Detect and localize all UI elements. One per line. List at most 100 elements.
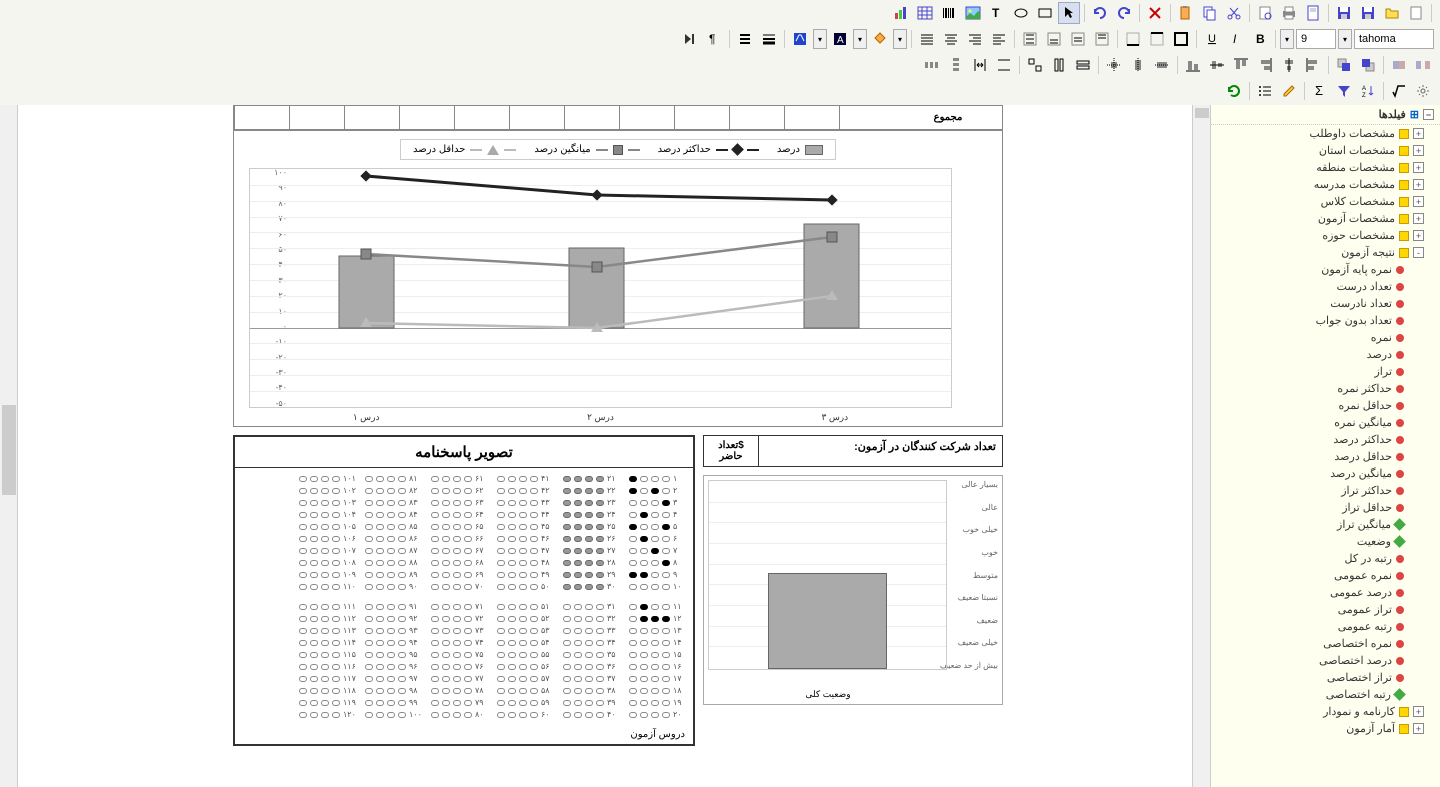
align-obj-center-icon[interactable]	[1278, 54, 1300, 76]
copy-icon[interactable]	[1199, 2, 1221, 24]
tree-item[interactable]: نمره	[1211, 329, 1440, 346]
align-obj-right-icon[interactable]	[1254, 54, 1276, 76]
font-color-icon[interactable]: A	[829, 28, 851, 50]
align-center-h-icon[interactable]	[940, 28, 962, 50]
tree-item[interactable]: وضعیت	[1211, 533, 1440, 550]
redo-icon[interactable]	[1113, 2, 1135, 24]
fill-color-icon[interactable]	[869, 28, 891, 50]
line-weight-icon[interactable]	[758, 28, 780, 50]
group-icon[interactable]	[1388, 54, 1410, 76]
sum-icon[interactable]: Σ	[1309, 80, 1331, 102]
align-obj-top-icon[interactable]	[1230, 54, 1252, 76]
border-top-icon[interactable]	[1146, 28, 1168, 50]
tree-item[interactable]: +مشخصات داوطلب	[1211, 125, 1440, 142]
scrollbar-left[interactable]	[0, 105, 18, 787]
tree-item[interactable]: نمره پایه آزمون	[1211, 261, 1440, 278]
tree-item[interactable]: +مشخصات کلاس	[1211, 193, 1440, 210]
valign-justify-icon[interactable]	[1019, 28, 1041, 50]
delete-icon[interactable]	[1144, 2, 1166, 24]
center-both-icon[interactable]	[1103, 54, 1125, 76]
font-dropdown[interactable]: ▾	[1338, 29, 1352, 49]
font-size-input[interactable]	[1296, 29, 1336, 49]
center-h-icon[interactable]	[1127, 54, 1149, 76]
tree-item[interactable]: میانگین تراز	[1211, 516, 1440, 533]
align-obj-left-icon[interactable]	[1302, 54, 1324, 76]
align-obj-bottom-icon[interactable]	[1182, 54, 1204, 76]
tree-item[interactable]: درصد	[1211, 346, 1440, 363]
distribute-h-icon[interactable]	[921, 54, 943, 76]
settings-icon[interactable]	[1412, 80, 1434, 102]
edit-icon[interactable]	[1278, 80, 1300, 102]
sqrt-icon[interactable]	[1388, 80, 1410, 102]
underline-icon[interactable]: U	[1201, 28, 1223, 50]
undo-icon[interactable]	[1089, 2, 1111, 24]
tree-item[interactable]: حداقل نمره	[1211, 397, 1440, 414]
tree-item[interactable]: رتبه اختصاصی	[1211, 686, 1440, 703]
tree-item[interactable]: تراز عمومی	[1211, 601, 1440, 618]
go-end-icon[interactable]	[679, 28, 701, 50]
fill-color-dropdown[interactable]: ▾	[893, 29, 907, 49]
open-icon[interactable]	[1381, 2, 1403, 24]
tree-item[interactable]: حداقل تراز	[1211, 499, 1440, 516]
border-bottom-icon[interactable]	[1122, 28, 1144, 50]
tree-item[interactable]: حداکثر تراز	[1211, 482, 1440, 499]
tree-item[interactable]: درصد عمومی	[1211, 584, 1440, 601]
italic-icon[interactable]: I	[1225, 28, 1247, 50]
tree-item[interactable]: -نتیجه آزمون	[1211, 244, 1440, 261]
tree-item[interactable]: +کارنامه و نمودار	[1211, 703, 1440, 720]
tree-item[interactable]: +مشخصات مدرسه	[1211, 176, 1440, 193]
font-name-input[interactable]	[1354, 29, 1434, 49]
tree-item[interactable]: +مشخصات استان	[1211, 142, 1440, 159]
size-width-icon[interactable]	[1072, 54, 1094, 76]
size-dropdown[interactable]: ▾	[1280, 29, 1294, 49]
print-preview-icon[interactable]	[1254, 2, 1276, 24]
design-canvas[interactable]: مجموع حداقل درصد میانگین درصد حداکثر درص…	[18, 105, 1192, 787]
valign-bottom-icon[interactable]	[1043, 28, 1065, 50]
valign-middle-icon[interactable]	[1067, 28, 1089, 50]
spacing-v-icon[interactable]	[993, 54, 1015, 76]
align-justify-icon[interactable]	[916, 28, 938, 50]
tree-item[interactable]: +مشخصات آزمون	[1211, 210, 1440, 227]
text-icon[interactable]: T	[986, 2, 1008, 24]
page-setup-icon[interactable]	[1302, 2, 1324, 24]
paste-icon[interactable]	[1175, 2, 1197, 24]
tree-item[interactable]: +مشخصات حوزه	[1211, 227, 1440, 244]
align-obj-middle-icon[interactable]	[1206, 54, 1228, 76]
ellipse-icon[interactable]	[1010, 2, 1032, 24]
tree-item[interactable]: میانگین نمره	[1211, 414, 1440, 431]
size-both-icon[interactable]	[1024, 54, 1046, 76]
tree-item[interactable]: تراز	[1211, 363, 1440, 380]
tree-item[interactable]: میانگین درصد	[1211, 465, 1440, 482]
rect-icon[interactable]	[1034, 2, 1056, 24]
table-icon[interactable]	[914, 2, 936, 24]
save-icon[interactable]	[1357, 2, 1379, 24]
tree-item[interactable]: تعداد نادرست	[1211, 295, 1440, 312]
chart-icon[interactable]	[890, 2, 912, 24]
sort-icon[interactable]: AZ	[1357, 80, 1379, 102]
tree-item[interactable]: حداکثر درصد	[1211, 431, 1440, 448]
highlight-icon[interactable]	[789, 28, 811, 50]
tree-item[interactable]: +آمار آزمون	[1211, 720, 1440, 737]
align-left-icon[interactable]	[988, 28, 1010, 50]
pilcrow-icon[interactable]: ¶	[703, 28, 725, 50]
send-back-icon[interactable]	[1333, 54, 1355, 76]
tree-item[interactable]: حداکثر نمره	[1211, 380, 1440, 397]
tree-item[interactable]: تعداد بدون جواب	[1211, 312, 1440, 329]
tree-item[interactable]: تعداد درست	[1211, 278, 1440, 295]
spacing-h-icon[interactable]	[969, 54, 991, 76]
print-icon[interactable]	[1278, 2, 1300, 24]
tree-item[interactable]: رتبه در کل	[1211, 550, 1440, 567]
bold-icon[interactable]: B	[1249, 28, 1271, 50]
list-icon[interactable]	[1254, 80, 1276, 102]
tree-item[interactable]: +مشخصات منطقه	[1211, 159, 1440, 176]
tree-item[interactable]: نمره عمومی	[1211, 567, 1440, 584]
border-all-icon[interactable]	[1170, 28, 1192, 50]
scrollbar-right[interactable]	[1192, 105, 1210, 787]
line-spacing-icon[interactable]	[734, 28, 756, 50]
image-icon[interactable]	[962, 2, 984, 24]
tree-item[interactable]: درصد اختصاصی	[1211, 652, 1440, 669]
tree-item[interactable]: تراز اختصاصی	[1211, 669, 1440, 686]
bring-front-icon[interactable]	[1357, 54, 1379, 76]
filter-icon[interactable]	[1333, 80, 1355, 102]
new-icon[interactable]	[1405, 2, 1427, 24]
